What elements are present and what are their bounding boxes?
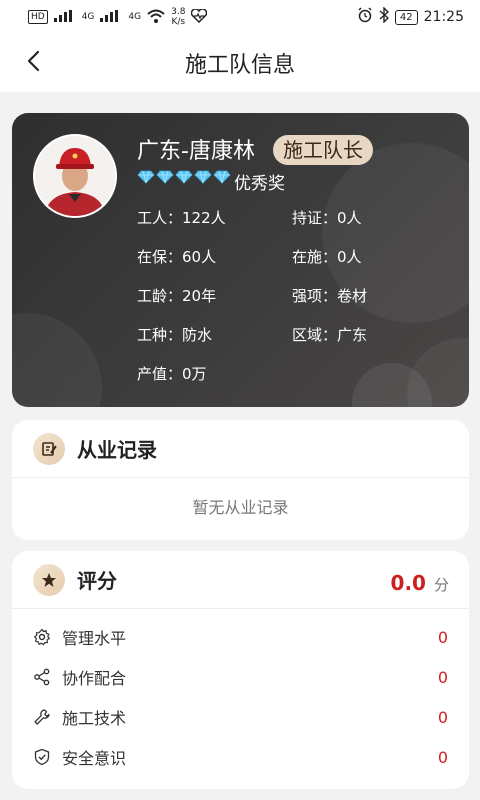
stat-value: 卷材: [337, 287, 368, 305]
hd-indicator: HD: [28, 10, 48, 24]
stat-region: 区域：广东: [292, 324, 367, 345]
status-right: 42 21:25: [357, 6, 464, 27]
diamond-icon: [213, 169, 231, 188]
work-record-header: 从业记录: [12, 420, 469, 478]
work-record-section: 从业记录 暂无从业记录: [12, 420, 469, 540]
clock: 21:25: [423, 9, 464, 25]
rating-header: 评分 0.0 分: [12, 551, 469, 609]
signal-icon: [53, 9, 76, 25]
rating-row-management: 管理水平 0: [12, 617, 469, 657]
rating-label: 协作配合: [62, 669, 127, 688]
page-title: 施工队信息: [184, 53, 295, 78]
rating-row-safety: 安全意识 0: [12, 737, 469, 777]
rating-section: 评分 0.0 分 管理水平 0 协作配合 0 施工技术 0 安全意识 0: [12, 551, 469, 789]
stat-label: 强项：: [292, 287, 338, 305]
stat-label: 工种：: [137, 326, 183, 344]
stat-value: 20年: [182, 287, 217, 305]
network-speed: 3.8 K/s: [171, 7, 185, 27]
stat-label: 工龄：: [137, 287, 183, 305]
score-unit: 分: [433, 576, 449, 594]
rating-label: 安全意识: [62, 749, 127, 768]
wrench-icon: [32, 707, 52, 727]
total-score: 0.0 分: [391, 571, 449, 595]
stat-workers: 工人：122人: [137, 207, 226, 228]
stat-strength: 强项：卷材: [292, 285, 367, 306]
gear-icon: [32, 627, 52, 647]
rating-label: 施工技术: [62, 709, 127, 728]
card-decoration: [12, 313, 102, 407]
work-record-title: 从业记录: [77, 438, 157, 462]
stat-label: 持证：: [292, 209, 338, 227]
stat-value: 122人: [182, 209, 226, 227]
stat-label: 在施：: [292, 248, 338, 266]
signal-4g-label-2: 4G: [128, 12, 142, 22]
status-left: HD 4G 4G 3.8 K/s: [28, 7, 208, 27]
heart-monitor-icon: [191, 7, 208, 26]
nav-bar: 施工队信息: [0, 34, 480, 92]
score-value: 0.0: [390, 571, 426, 595]
rating-row-technique: 施工技术 0: [12, 697, 469, 737]
avatar: [33, 134, 117, 218]
diamond-icon: [137, 169, 155, 188]
stat-label: 产值：: [137, 365, 183, 383]
stat-value: 0人: [337, 248, 362, 266]
back-button[interactable]: [18, 48, 48, 78]
signal-icon-2: [100, 9, 122, 25]
rating-title: 评分: [77, 569, 117, 593]
chevron-left-icon: [26, 50, 40, 76]
card-decoration: [407, 338, 469, 407]
stat-experience: 工龄：20年: [137, 285, 216, 306]
empty-record-text: 暂无从业记录: [192, 498, 289, 517]
star-icon: [33, 563, 65, 596]
rating-label: 管理水平: [62, 629, 127, 648]
signal-4g-label: 4G: [81, 12, 95, 22]
rating-value: 0: [437, 747, 448, 767]
alarm-icon: [357, 7, 373, 27]
stat-value: 广东: [337, 326, 368, 344]
stat-insured: 在保：60人: [137, 246, 216, 267]
worker-photo-icon: [35, 136, 115, 216]
stat-label: 工人：: [137, 209, 183, 227]
share-icon: [32, 667, 52, 687]
leader-name: 广东-唐康林: [137, 139, 255, 164]
wifi-icon: [147, 9, 165, 26]
diamond-icon: [156, 169, 174, 188]
status-bar: HD 4G 4G 3.8 K/s 42 21:25: [0, 0, 480, 34]
diamond-rating: [137, 169, 231, 188]
stat-value: 0万: [182, 365, 207, 383]
diamond-icon: [175, 169, 193, 188]
stat-output: 产值：0万: [137, 363, 207, 384]
shield-check-icon: [32, 747, 52, 767]
stat-value: 60人: [182, 248, 217, 266]
rating-row-cooperation: 协作配合 0: [12, 657, 469, 697]
speed-unit: K/s: [171, 17, 186, 27]
diamond-icon: [194, 169, 212, 188]
edit-note-icon: [33, 432, 65, 465]
rating-value: 0: [437, 707, 448, 727]
stat-label: 在保：: [137, 248, 183, 266]
stat-trade: 工种：防水: [137, 324, 212, 345]
stat-value: 0人: [337, 209, 362, 227]
bluetooth-icon: [379, 6, 389, 27]
role-badge: 施工队长: [273, 135, 373, 165]
rating-value: 0: [437, 667, 448, 687]
battery-indicator: 42: [394, 9, 418, 25]
stat-label: 区域：: [292, 326, 338, 344]
team-profile-card: 广东-唐康林 施工队长 优秀奖 工人：122人 持证：0人 在保：60人 在施：…: [12, 113, 469, 407]
stat-certified: 持证：0人: [292, 207, 362, 228]
stat-on-site: 在施：0人: [292, 246, 362, 267]
award-label: 优秀奖: [234, 174, 285, 194]
rating-value: 0: [437, 627, 448, 647]
stat-value: 防水: [182, 326, 213, 344]
speed-value: 3.8: [171, 7, 186, 17]
